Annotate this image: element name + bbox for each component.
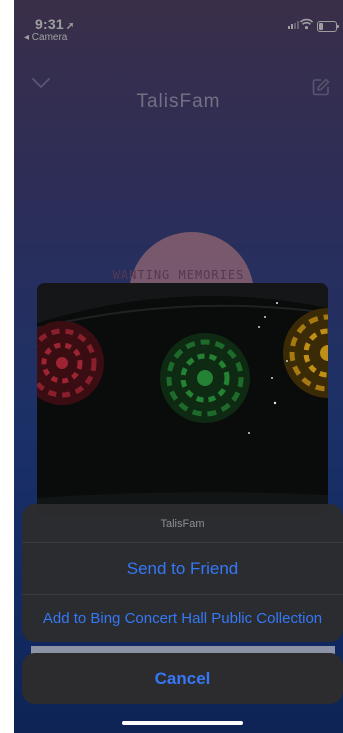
concert-photo (37, 283, 328, 515)
action-sheet-title: TalisFam (160, 518, 205, 530)
send-to-friend-button[interactable]: Send to Friend (22, 543, 343, 595)
home-indicator[interactable] (122, 721, 243, 725)
add-to-collection-button[interactable]: Add to Bing Concert Hall Public Collecti… (22, 595, 343, 642)
cancel-button[interactable]: Cancel (22, 653, 343, 704)
app-screen: 9:31 ➚ ◂ Camera TalisFam WANTING MEMORIES (14, 0, 343, 733)
action-sheet: TalisFam Send to Friend Add to Bing Conc… (22, 504, 343, 642)
